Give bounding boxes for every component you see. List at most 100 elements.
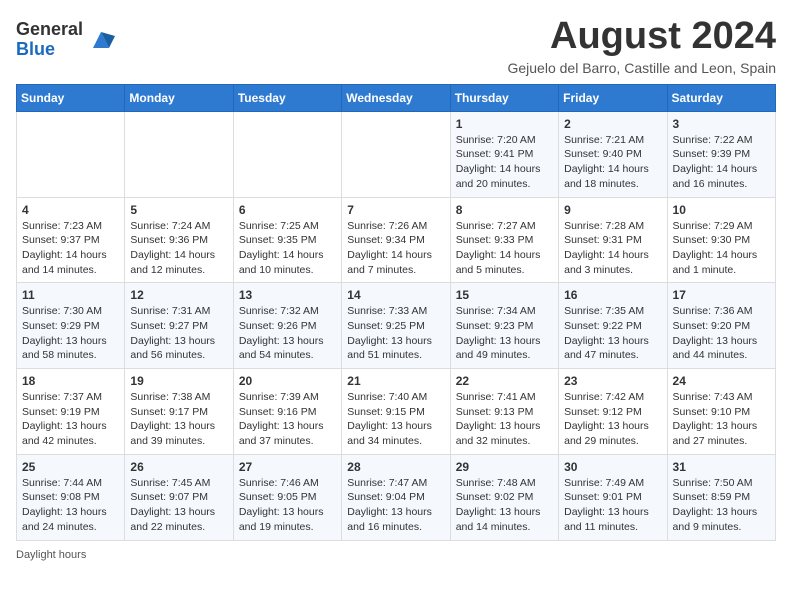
title-block: August 2024 Gejuelo del Barro, Castille …: [507, 16, 776, 76]
day-info: Sunrise: 7:32 AM Sunset: 9:26 PM Dayligh…: [239, 304, 336, 363]
day-number: 8: [456, 203, 553, 217]
calendar-cell: 15 Sunrise: 7:34 AM Sunset: 9:23 PM Dayli…: [450, 283, 558, 369]
day-number: 27: [239, 460, 336, 474]
calendar-cell: 20 Sunrise: 7:39 AM Sunset: 9:16 PM Dayli…: [233, 369, 341, 455]
day-info: Sunrise: 7:49 AM Sunset: 9:01 PM Dayligh…: [564, 476, 661, 535]
calendar-cell: 27Sunrise: 7:46 AM Sunset: 9:05 PM Dayli…: [233, 454, 341, 540]
day-number: 11: [22, 288, 119, 302]
calendar-cell: 28 Sunrise: 7:47 AM Sunset: 9:04 PM Dayli…: [342, 454, 450, 540]
calendar-column-header: Tuesday: [233, 84, 341, 111]
calendar-column-header: Monday: [125, 84, 233, 111]
calendar-cell: 7 Sunrise: 7:26 AM Sunset: 9:34 PM Daylig…: [342, 197, 450, 283]
day-number: 2: [564, 117, 661, 131]
day-info: Sunrise: 7:48 AM Sunset: 9:02 PM Dayligh…: [456, 476, 553, 535]
day-info: Sunrise: 7:37 AM Sunset: 9:19 PM Dayligh…: [22, 390, 119, 449]
calendar-row: 18 Sunrise: 7:37 AM Sunset: 9:19 PM Dayli…: [17, 369, 776, 455]
day-info: Sunrise: 7:33 AM Sunset: 9:25 PM Dayligh…: [347, 304, 444, 363]
day-info: Sunrise: 7:45 AM Sunset: 9:07 PM Dayligh…: [130, 476, 227, 535]
calendar-cell: 5Sunrise: 7:24 AM Sunset: 9:36 PM Daylig…: [125, 197, 233, 283]
day-info: Sunrise: 7:41 AM Sunset: 9:13 PM Dayligh…: [456, 390, 553, 449]
calendar-row: 1Sunrise: 7:20 AM Sunset: 9:41 PM Daylig…: [17, 111, 776, 197]
day-info: Sunrise: 7:35 AM Sunset: 9:22 PM Dayligh…: [564, 304, 661, 363]
calendar-cell: 14 Sunrise: 7:33 AM Sunset: 9:25 PM Dayli…: [342, 283, 450, 369]
calendar-cell: 26Sunrise: 7:45 AM Sunset: 9:07 PM Dayli…: [125, 454, 233, 540]
calendar-column-header: Friday: [559, 84, 667, 111]
day-info: Sunrise: 7:30 AM Sunset: 9:29 PM Dayligh…: [22, 304, 119, 363]
calendar-cell: 11 Sunrise: 7:30 AM Sunset: 9:29 PM Dayli…: [17, 283, 125, 369]
calendar-cell: 13 Sunrise: 7:32 AM Sunset: 9:26 PM Dayli…: [233, 283, 341, 369]
logo-text: General Blue: [16, 20, 83, 60]
day-number: 9: [564, 203, 661, 217]
day-info: Sunrise: 7:36 AM Sunset: 9:20 PM Dayligh…: [673, 304, 770, 363]
calendar-header-row: SundayMondayTuesdayWednesdayThursdayFrid…: [17, 84, 776, 111]
day-info: Sunrise: 7:20 AM Sunset: 9:41 PM Dayligh…: [456, 133, 553, 192]
day-number: 25: [22, 460, 119, 474]
day-info: Sunrise: 7:42 AM Sunset: 9:12 PM Dayligh…: [564, 390, 661, 449]
day-number: 18: [22, 374, 119, 388]
day-info: Sunrise: 7:47 AM Sunset: 9:04 PM Dayligh…: [347, 476, 444, 535]
calendar-cell: 31 Sunrise: 7:50 AM Sunset: 8:59 PM Dayli…: [667, 454, 775, 540]
calendar-cell: 21Sunrise: 7:40 AM Sunset: 9:15 PM Dayli…: [342, 369, 450, 455]
day-number: 4: [22, 203, 119, 217]
day-info: Sunrise: 7:39 AM Sunset: 9:16 PM Dayligh…: [239, 390, 336, 449]
day-info: Sunrise: 7:21 AM Sunset: 9:40 PM Dayligh…: [564, 133, 661, 192]
day-number: 10: [673, 203, 770, 217]
day-number: 21: [347, 374, 444, 388]
logo-general: General: [16, 19, 83, 39]
calendar-cell: 17 Sunrise: 7:36 AM Sunset: 9:20 PM Dayli…: [667, 283, 775, 369]
subtitle: Gejuelo del Barro, Castille and Leon, Sp…: [507, 60, 776, 76]
day-number: 20: [239, 374, 336, 388]
logo-icon: [87, 26, 115, 54]
daylight-label: Daylight hours: [16, 549, 86, 561]
calendar-cell: 4 Sunrise: 7:23 AM Sunset: 9:37 PM Daylig…: [17, 197, 125, 283]
calendar-cell: 18 Sunrise: 7:37 AM Sunset: 9:19 PM Dayli…: [17, 369, 125, 455]
calendar-cell: 2 Sunrise: 7:21 AM Sunset: 9:40 PM Daylig…: [559, 111, 667, 197]
logo-blue: Blue: [16, 39, 55, 59]
day-number: 3: [673, 117, 770, 131]
day-number: 12: [130, 288, 227, 302]
day-info: Sunrise: 7:44 AM Sunset: 9:08 PM Dayligh…: [22, 476, 119, 535]
day-number: 17: [673, 288, 770, 302]
day-number: 30: [564, 460, 661, 474]
calendar-cell: 30 Sunrise: 7:49 AM Sunset: 9:01 PM Dayli…: [559, 454, 667, 540]
calendar-cell: [125, 111, 233, 197]
calendar-row: 4 Sunrise: 7:23 AM Sunset: 9:37 PM Daylig…: [17, 197, 776, 283]
calendar-cell: 9Sunrise: 7:28 AM Sunset: 9:31 PM Daylig…: [559, 197, 667, 283]
day-number: 19: [130, 374, 227, 388]
calendar-cell: 23 Sunrise: 7:42 AM Sunset: 9:12 PM Dayli…: [559, 369, 667, 455]
day-number: 23: [564, 374, 661, 388]
day-number: 31: [673, 460, 770, 474]
day-number: 15: [456, 288, 553, 302]
day-number: 13: [239, 288, 336, 302]
day-info: Sunrise: 7:34 AM Sunset: 9:23 PM Dayligh…: [456, 304, 553, 363]
day-info: Sunrise: 7:26 AM Sunset: 9:34 PM Dayligh…: [347, 219, 444, 278]
day-info: Sunrise: 7:22 AM Sunset: 9:39 PM Dayligh…: [673, 133, 770, 192]
calendar-row: 11 Sunrise: 7:30 AM Sunset: 9:29 PM Dayli…: [17, 283, 776, 369]
day-info: Sunrise: 7:24 AM Sunset: 9:36 PM Dayligh…: [130, 219, 227, 278]
calendar-column-header: Thursday: [450, 84, 558, 111]
calendar-cell: 10Sunrise: 7:29 AM Sunset: 9:30 PM Dayli…: [667, 197, 775, 283]
calendar-cell: 22Sunrise: 7:41 AM Sunset: 9:13 PM Dayli…: [450, 369, 558, 455]
day-info: Sunrise: 7:31 AM Sunset: 9:27 PM Dayligh…: [130, 304, 227, 363]
day-number: 28: [347, 460, 444, 474]
calendar-column-header: Saturday: [667, 84, 775, 111]
day-number: 29: [456, 460, 553, 474]
main-title: August 2024: [507, 16, 776, 58]
day-info: Sunrise: 7:25 AM Sunset: 9:35 PM Dayligh…: [239, 219, 336, 278]
calendar-cell: 19Sunrise: 7:38 AM Sunset: 9:17 PM Dayli…: [125, 369, 233, 455]
day-number: 7: [347, 203, 444, 217]
calendar-column-header: Wednesday: [342, 84, 450, 111]
page-header: General Blue August 2024 Gejuelo del Bar…: [16, 16, 776, 76]
day-info: Sunrise: 7:43 AM Sunset: 9:10 PM Dayligh…: [673, 390, 770, 449]
day-info: Sunrise: 7:23 AM Sunset: 9:37 PM Dayligh…: [22, 219, 119, 278]
logo: General Blue: [16, 20, 115, 60]
calendar-cell: [17, 111, 125, 197]
calendar-cell: 25 Sunrise: 7:44 AM Sunset: 9:08 PM Dayli…: [17, 454, 125, 540]
calendar-cell: 16 Sunrise: 7:35 AM Sunset: 9:22 PM Dayli…: [559, 283, 667, 369]
calendar-cell: 8Sunrise: 7:27 AM Sunset: 9:33 PM Daylig…: [450, 197, 558, 283]
day-info: Sunrise: 7:50 AM Sunset: 8:59 PM Dayligh…: [673, 476, 770, 535]
calendar-cell: 12 Sunrise: 7:31 AM Sunset: 9:27 PM Dayli…: [125, 283, 233, 369]
calendar-cell: 3 Sunrise: 7:22 AM Sunset: 9:39 PM Daylig…: [667, 111, 775, 197]
day-number: 14: [347, 288, 444, 302]
day-number: 16: [564, 288, 661, 302]
